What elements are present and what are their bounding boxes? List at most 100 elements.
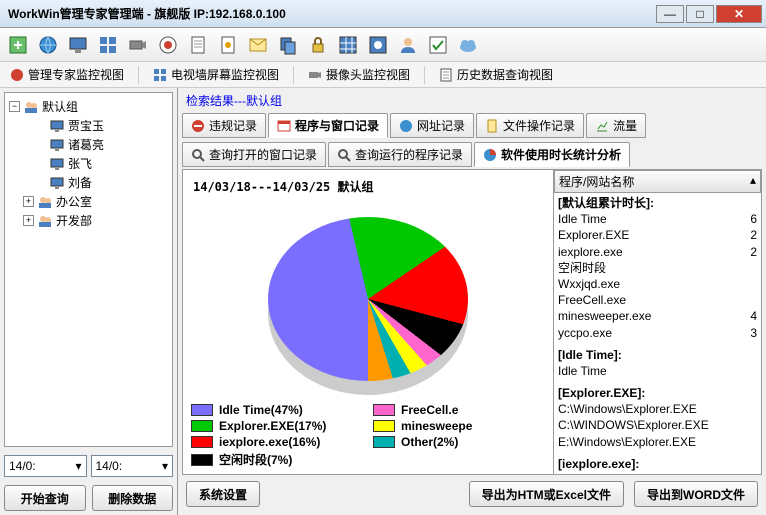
toolbar-check-icon[interactable] [426,33,450,57]
pie-icon [483,148,497,162]
titlebar: WorkWin管理专家管理端 - 旗舰版 IP:192.168.0.100 — … [0,0,766,28]
group-icon [23,99,39,115]
tab-program-window[interactable]: 程序与窗口记录 [268,113,388,138]
content-area: 14/03/18---14/03/25 默认组 Idle Time(47%) F… [182,169,762,475]
toolbar-tool-icon[interactable] [366,33,390,57]
toolbar-copy-icon[interactable] [276,33,300,57]
toolbar-grid-icon[interactable] [336,33,360,57]
maximize-button[interactable]: □ [686,5,714,23]
toolbar-page-icon[interactable] [186,33,210,57]
scroll-up-icon[interactable]: ▴ [750,173,756,190]
separator [293,66,294,84]
view-history[interactable]: 历史数据查询视图 [435,64,557,85]
list-item[interactable]: E:\Windows\Explorer.EXE [558,434,757,450]
legend-item: Explorer.EXE(17%) [191,419,359,433]
tab-traffic[interactable]: 流量 [586,113,646,138]
toolbar-user-icon[interactable] [396,33,420,57]
export-word-button[interactable]: 导出到WORD文件 [634,481,758,507]
tree-user[interactable]: 诸葛亮 [9,135,168,154]
view-history-label: 历史数据查询视图 [457,66,553,83]
toolbar-monitor-icon[interactable] [66,33,90,57]
toolbar-wall-icon[interactable] [96,33,120,57]
list-item[interactable]: yccpo.exe3 [558,325,757,341]
swatch [191,420,213,432]
tree-user[interactable]: 张飞 [9,154,168,173]
query-buttons: 开始查询 删除数据 [0,481,177,515]
subtab-program-records[interactable]: 查询运行的程序记录 [328,142,472,167]
list-item[interactable]: Idle Time [558,363,757,379]
tree-group[interactable]: +开发部 [9,211,168,230]
legend-item: minesweepe [373,419,541,433]
toolbar-camera-icon[interactable] [126,33,150,57]
list-item[interactable]: iexplore.exe2 [558,244,757,260]
export-htm-excel-button[interactable]: 导出为HTM或Excel文件 [469,481,624,507]
left-panel: − 默认组 贾宝玉 诸葛亮 张飞 刘备 +办公室 +开发部 14/0:▾ 14/… [0,88,178,515]
group-icon [37,194,53,210]
chevron-down-icon: ▾ [75,459,81,473]
view-tvwall[interactable]: 电视墙屏幕监控视图 [149,64,283,85]
expander-icon[interactable]: − [9,101,20,112]
subtab-usage-stats[interactable]: 软件使用时长统计分析 [474,142,630,167]
main-toolbar [0,28,766,62]
list-section-header: [默认组累计时长]: [558,195,757,211]
subtab-window-records[interactable]: 查询打开的窗口记录 [182,142,326,167]
top-tabs: 违规记录 程序与窗口记录 网址记录 文件操作记录 流量 [182,111,762,140]
list-item[interactable]: FreeCell.exe [558,292,757,308]
computer-icon [49,175,65,191]
window-controls: — □ ✕ [656,5,762,23]
list-item[interactable]: Wxxjqd.exe [558,276,757,292]
view-history-icon [439,68,453,82]
tree-user[interactable]: 贾宝玉 [9,116,168,135]
toolbar-globe-icon[interactable] [36,33,60,57]
date-from-select[interactable]: 14/0:▾ [4,455,87,477]
main-area: − 默认组 贾宝玉 诸葛亮 张飞 刘备 +办公室 +开发部 14/0:▾ 14/… [0,88,766,515]
delete-data-button[interactable]: 删除数据 [92,485,174,511]
tab-violation[interactable]: 违规记录 [182,113,266,138]
legend-item: Idle Time(47%) [191,403,359,417]
tree-root-label: 默认组 [42,98,78,115]
start-query-button[interactable]: 开始查询 [4,485,86,511]
swatch [191,436,213,448]
tab-url[interactable]: 网址记录 [390,113,474,138]
list-item[interactable]: C:\WINDOWS\Explorer.EXE [558,417,757,433]
view-manage[interactable]: 管理专家监控视图 [6,64,128,85]
expander-icon[interactable]: + [23,215,34,226]
tree-group[interactable]: +办公室 [9,192,168,211]
toolbar-new-icon[interactable] [6,33,30,57]
chart-panel: 14/03/18---14/03/25 默认组 Idle Time(47%) F… [183,170,553,474]
close-button[interactable]: ✕ [716,5,762,23]
separator [424,66,425,84]
group-tree[interactable]: − 默认组 贾宝玉 诸葛亮 张飞 刘备 +办公室 +开发部 [4,92,173,447]
search-result-label: 检索结果---默认组 [182,90,762,111]
date-range-row: 14/0:▾ 14/0:▾ [0,451,177,481]
window-icon [277,119,291,133]
sub-tabs: 查询打开的窗口记录 查询运行的程序记录 软件使用时长统计分析 [182,140,762,169]
toolbar-config-icon[interactable] [216,33,240,57]
minimize-button[interactable]: — [656,5,684,23]
search-icon [191,148,205,162]
view-camera[interactable]: 摄像头监控视图 [304,64,414,85]
legend-item: iexplore.exe(16%) [191,435,359,449]
list-item[interactable]: C:\Windows\Explorer.EXE [558,401,757,417]
toolbar-mail-icon[interactable] [246,33,270,57]
list-item[interactable]: Idle Time6 [558,211,757,227]
legend-item: 空闲时段(7%) [191,451,359,468]
file-icon [485,119,499,133]
tab-file[interactable]: 文件操作记录 [476,113,584,138]
legend-item: FreeCell.e [373,403,541,417]
program-list-body[interactable]: [默认组累计时长]:Idle Time6Explorer.EXE2iexplor… [554,193,761,474]
computer-icon [49,156,65,172]
date-to-select[interactable]: 14/0:▾ [91,455,174,477]
pie-chart [268,199,468,399]
list-item[interactable]: 空闲时段 [558,260,757,276]
list-item[interactable]: minesweeper.exe4 [558,308,757,324]
list-item[interactable]: Explorer.EXE2 [558,227,757,243]
toolbar-lock-icon[interactable] [306,33,330,57]
expander-icon[interactable]: + [23,196,34,207]
system-settings-button[interactable]: 系统设置 [186,481,260,507]
program-list-header[interactable]: 程序/网站名称▴ [554,170,761,193]
tree-user[interactable]: 刘备 [9,173,168,192]
toolbar-cloud-icon[interactable] [456,33,480,57]
toolbar-record-icon[interactable] [156,33,180,57]
tree-root[interactable]: − 默认组 [9,97,168,116]
